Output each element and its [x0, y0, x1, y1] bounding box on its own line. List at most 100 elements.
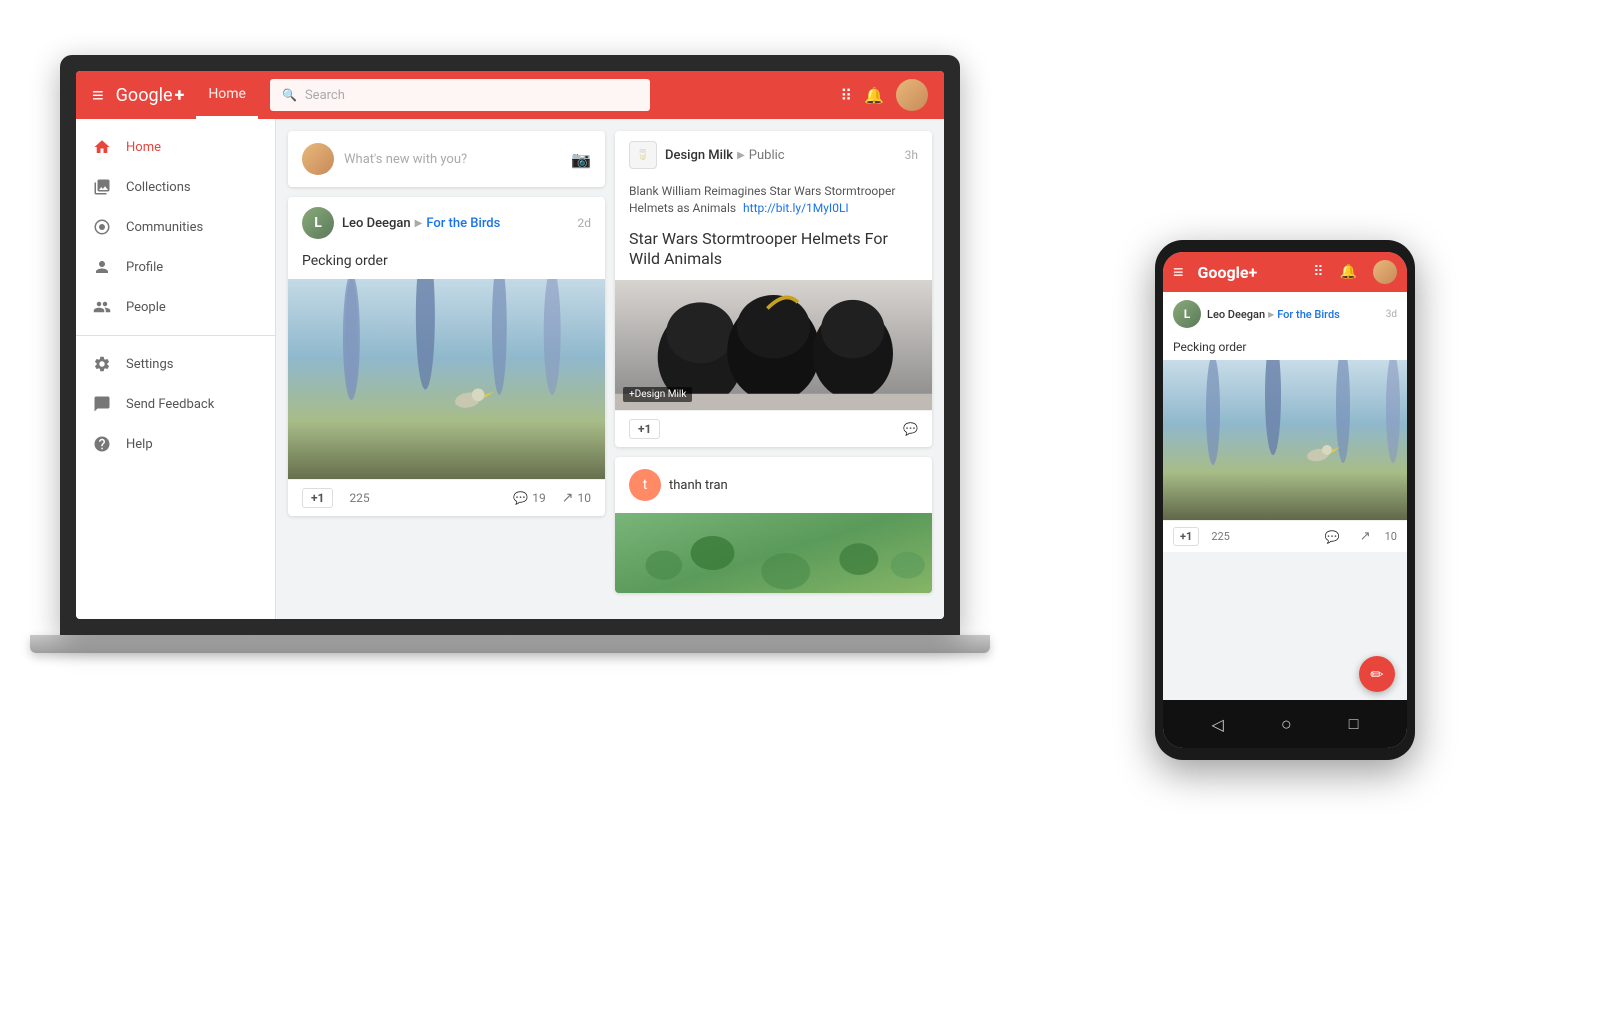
phone-bell-icon[interactable]: 🔔	[1340, 264, 1357, 280]
dm-plus-icon: +1	[638, 422, 651, 436]
dm-post-text: Blank William Reimagines Star Wars Storm…	[615, 179, 932, 225]
phone-post-avatar: L	[1173, 300, 1201, 328]
search-placeholder: Search	[305, 88, 345, 103]
camera-icon[interactable]: 📷	[571, 150, 591, 169]
post-meta: Leo Deegan ▶ For the Birds	[342, 216, 569, 231]
post-time: 2d	[577, 216, 591, 230]
dm-comment-button[interactable]: 💬	[903, 422, 918, 436]
phone-fab-button[interactable]: ✏	[1359, 656, 1395, 692]
phone-post-meta: Leo Deegan ▶ For the Birds	[1207, 308, 1380, 321]
feedback-icon	[92, 394, 112, 414]
collections-icon	[92, 177, 112, 197]
phone-back-button[interactable]: ◁	[1212, 715, 1224, 734]
compose-card[interactable]: What's new with you? 📷	[288, 131, 605, 187]
sidebar-item-settings[interactable]: Settings	[76, 344, 275, 384]
feed-area: What's new with you? 📷 L Leo Deegan	[276, 119, 944, 619]
phone-device: ≡ Google+ ⠿ 🔔 L Leo Deegan ▶	[1155, 240, 1415, 760]
sidebar-item-people[interactable]: People	[76, 287, 275, 327]
share-icon: ↗	[562, 490, 574, 506]
feed-column-2: 🥛 Design Milk ▶ Public 3h	[615, 131, 932, 607]
post-author-name: Leo Deegan	[342, 216, 411, 231]
phone-header: ≡ Google+ ⠿ 🔔	[1163, 252, 1407, 292]
dm-plusone-button[interactable]: +1	[629, 419, 660, 439]
share-count: 10	[578, 491, 592, 505]
dm-time: 3h	[905, 148, 918, 162]
hamburger-icon[interactable]: ≡	[92, 83, 104, 108]
phone-plusone-button[interactable]: +1	[1173, 527, 1199, 546]
thanh-avatar: t	[629, 469, 661, 501]
compose-avatar	[302, 143, 334, 175]
sidebar-people-label: People	[126, 300, 166, 315]
header-icons: ⠿ 🔔	[840, 79, 928, 111]
thanh-name: thanh tran	[669, 478, 728, 493]
bird-image	[288, 279, 605, 479]
post-community[interactable]: For the Birds	[426, 216, 500, 231]
sidebar-profile-label: Profile	[126, 260, 163, 275]
sidebar-item-feedback[interactable]: Send Feedback	[76, 384, 275, 424]
helmet-image: +Design Milk	[615, 280, 932, 410]
dm-link[interactable]: http://bit.ly/1MyI0LI	[743, 201, 849, 215]
scene: ≡ Google + Home 🔍 Search ⠿ 🔔	[0, 0, 1600, 1020]
dm-post-meta: Design Milk ▶ Public	[665, 148, 897, 163]
dm-icon: 🥛	[629, 141, 657, 169]
phone-post-header: L Leo Deegan ▶ For the Birds 3d	[1163, 292, 1407, 336]
sidebar-item-communities[interactable]: Communities	[76, 207, 275, 247]
phone-home-button[interactable]: ○	[1281, 714, 1292, 735]
phone-plusone-count: 225	[1211, 530, 1230, 543]
phone-user-avatar[interactable]	[1373, 260, 1397, 284]
phone-share-icon[interactable]: ↗	[1360, 529, 1371, 544]
laptop-search-bar[interactable]: 🔍 Search	[270, 79, 650, 111]
phone-author-line: Leo Deegan ▶ For the Birds	[1207, 308, 1380, 321]
plusone-button[interactable]: +1	[302, 488, 333, 508]
home-nav-tab[interactable]: Home	[196, 71, 258, 119]
post-arrow: ▶	[415, 218, 423, 229]
share-button[interactable]: ↗ 10	[562, 490, 591, 506]
phone-recent-button[interactable]: □	[1349, 714, 1359, 734]
sidebar-item-home[interactable]: Home	[76, 127, 275, 167]
apps-icon[interactable]: ⠿	[840, 86, 852, 105]
phone-comment-icon[interactable]: 💬	[1325, 530, 1340, 544]
laptop-body: ≡ Google + Home 🔍 Search ⠿ 🔔	[60, 55, 960, 635]
notifications-icon[interactable]: 🔔	[864, 86, 884, 105]
laptop-header: ≡ Google + Home 🔍 Search ⠿ 🔔	[76, 71, 944, 119]
profile-icon	[92, 257, 112, 277]
dm-post-header: 🥛 Design Milk ▶ Public 3h	[615, 131, 932, 179]
post-author-line: Leo Deegan ▶ For the Birds	[342, 216, 569, 231]
post-header: L Leo Deegan ▶ For the Birds 2d	[288, 197, 605, 249]
people-icon	[92, 297, 112, 317]
sidebar-divider	[76, 335, 275, 336]
phone-community[interactable]: For the Birds	[1277, 308, 1340, 321]
communities-icon	[92, 217, 112, 237]
post-card-thanh: t thanh tran	[615, 457, 932, 593]
dm-visibility: Public	[749, 148, 785, 163]
phone-hamburger-icon[interactable]: ≡	[1173, 262, 1184, 283]
laptop-logo: Google +	[116, 85, 185, 106]
feed-column-1: What's new with you? 📷 L Leo Deegan	[288, 131, 605, 607]
dm-badge: +Design Milk	[623, 387, 692, 402]
bird-background	[288, 279, 605, 479]
phone-post-card: L Leo Deegan ▶ For the Birds 3d Pecking …	[1163, 292, 1407, 360]
help-icon	[92, 434, 112, 454]
post-card-designmilk: 🥛 Design Milk ▶ Public 3h	[615, 131, 932, 447]
laptop-content: Home Collections Communi	[76, 119, 944, 619]
sidebar-item-profile[interactable]: Profile	[76, 247, 275, 287]
phone-fab-icon: ✏	[1370, 665, 1383, 684]
phone-screen: ≡ Google+ ⠿ 🔔 L Leo Deegan ▶	[1163, 252, 1407, 748]
comment-count: 19	[532, 491, 546, 505]
dm-arrow: ▶	[737, 150, 745, 161]
laptop-base	[30, 635, 990, 653]
thanh-header: t thanh tran	[615, 457, 932, 513]
comment-button[interactable]: 💬 19	[513, 491, 545, 505]
phone-nav-bar: ◁ ○ □	[1163, 700, 1407, 748]
home-icon	[92, 137, 112, 157]
user-avatar[interactable]	[896, 79, 928, 111]
phone-apps-icon[interactable]: ⠿	[1313, 264, 1323, 280]
compose-placeholder[interactable]: What's new with you?	[344, 152, 561, 167]
sidebar-home-label: Home	[126, 140, 161, 155]
sidebar-item-help[interactable]: Help	[76, 424, 275, 464]
plus-icon: +1	[311, 491, 324, 505]
comment-icon: 💬	[513, 491, 528, 505]
sidebar-item-collections[interactable]: Collections	[76, 167, 275, 207]
thanh-image	[615, 513, 932, 593]
plusone-count: 225	[349, 491, 369, 505]
